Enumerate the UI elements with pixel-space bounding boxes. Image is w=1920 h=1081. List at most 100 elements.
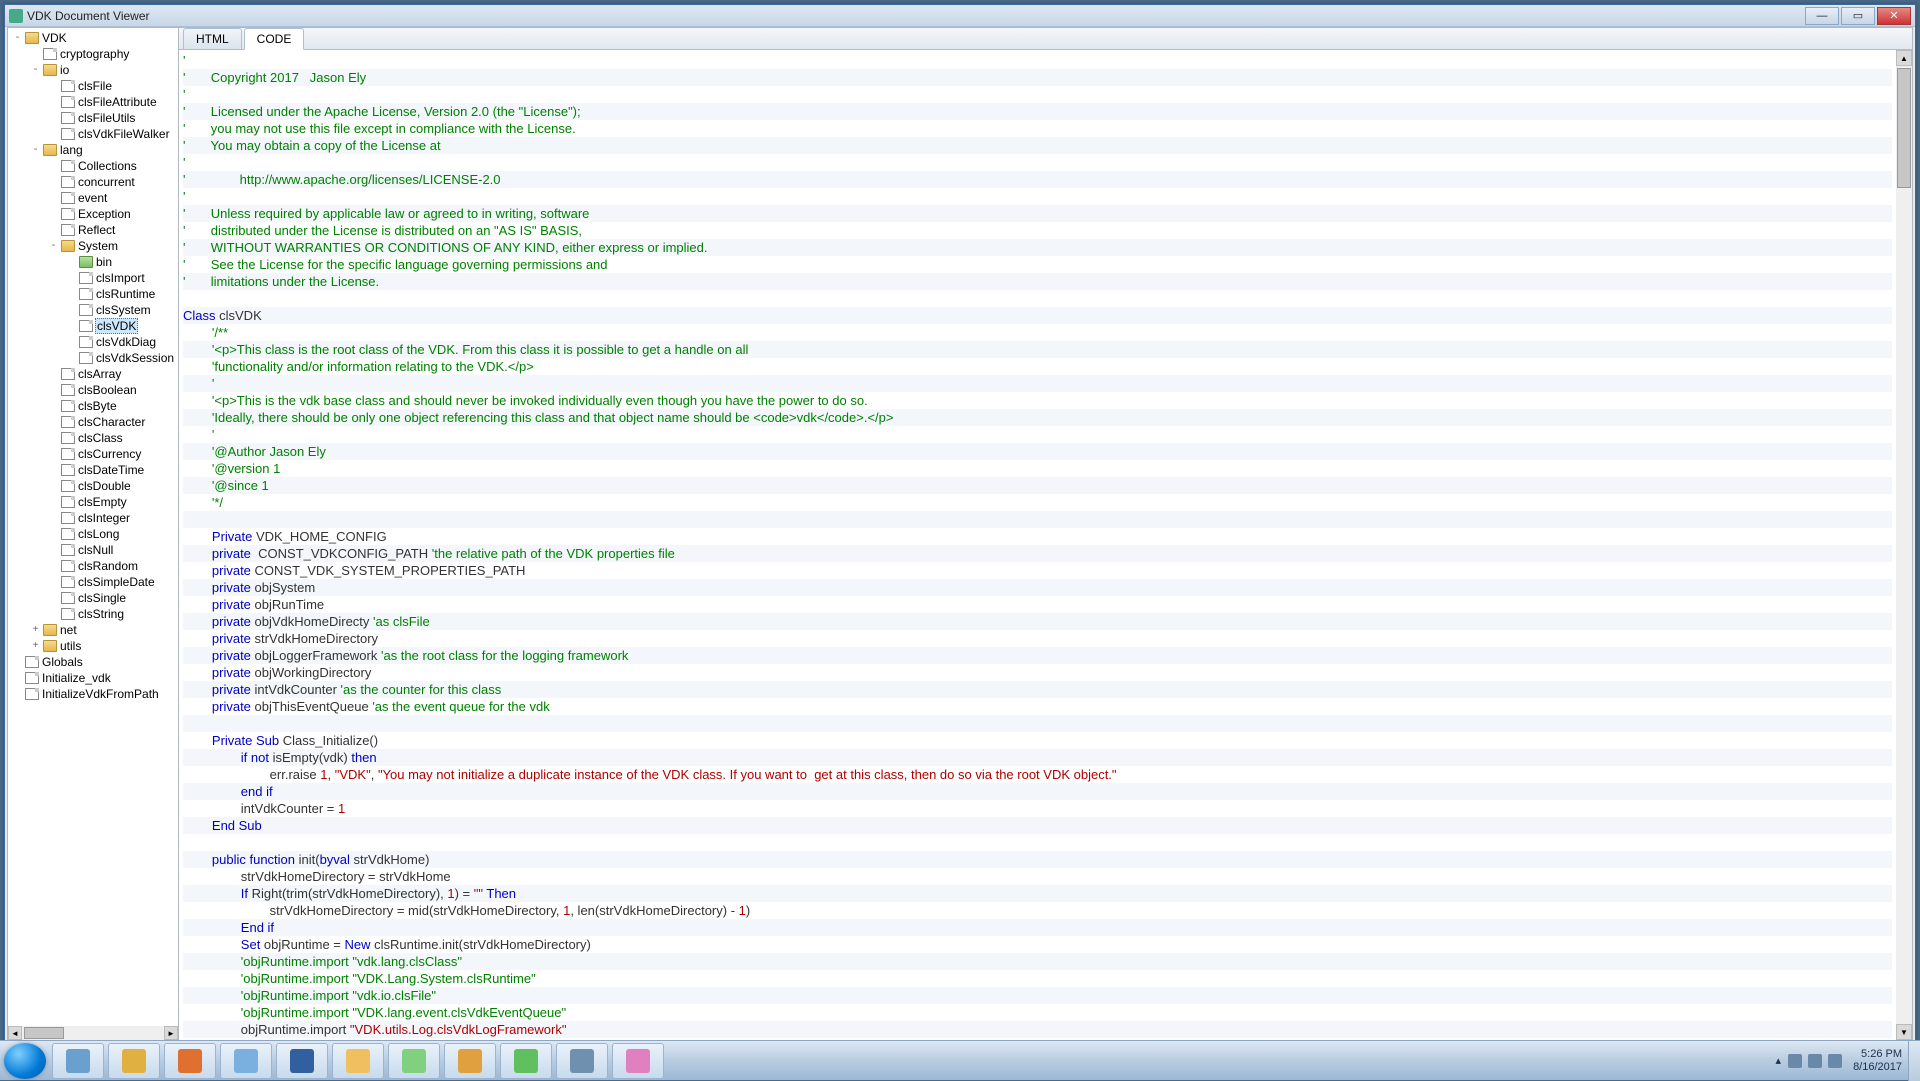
tree-item-net[interactable]: +net	[8, 622, 178, 638]
tree-item-utils[interactable]: +utils	[8, 638, 178, 654]
tree-item-clsempty[interactable]: clsEmpty	[8, 494, 178, 510]
tree-body[interactable]: -VDK cryptography - io clsFile clsFileAttr…	[8, 28, 178, 1026]
scroll-left-icon[interactable]: ◄	[8, 1026, 22, 1040]
tree-item-clsfileattribute[interactable]: clsFileAttribute	[8, 94, 178, 110]
tree-item-label: clsRuntime	[95, 287, 156, 301]
tray-network-icon[interactable]	[1808, 1054, 1822, 1068]
tree-toggle-icon[interactable]: -	[48, 241, 59, 252]
tab-code[interactable]: CODE	[244, 28, 305, 50]
tree-item-collections[interactable]: Collections	[8, 158, 178, 174]
tree-item-clslong[interactable]: clsLong	[8, 526, 178, 542]
tree-item-lang[interactable]: -lang	[8, 142, 178, 158]
tree-item-clsbyte[interactable]: clsByte	[8, 398, 178, 414]
code-line: '	[183, 154, 1892, 171]
tree-item-clssystem[interactable]: clsSystem	[8, 302, 178, 318]
scroll-track[interactable]	[1896, 66, 1912, 1024]
taskbar-winamp-icon[interactable]	[108, 1043, 160, 1079]
tree-item-clsimport[interactable]: clsImport	[8, 270, 178, 286]
tree-item-clscharacter[interactable]: clsCharacter	[8, 414, 178, 430]
tree-toggle-icon[interactable]: +	[30, 641, 41, 652]
tree-item-label: clsVDK	[95, 318, 138, 334]
tree-item-bin[interactable]: bin	[8, 254, 178, 270]
tree-item-label: clsCurrency	[77, 447, 142, 461]
tree-item-clsboolean[interactable]: clsBoolean	[8, 382, 178, 398]
system-tray[interactable]: ▴ 5:26 PM 8/16/2017	[1770, 1048, 1908, 1074]
tree-item-clsfile[interactable]: clsFile	[8, 78, 178, 94]
tree-item-event[interactable]: event	[8, 190, 178, 206]
scroll-down-icon[interactable]: ▼	[1896, 1024, 1912, 1040]
tree-item-clsclass[interactable]: clsClass	[8, 430, 178, 446]
tree-item-clsruntime[interactable]: clsRuntime	[8, 286, 178, 302]
tree-item-label: clsSimpleDate	[77, 575, 156, 589]
tree-item-label: io	[59, 63, 70, 77]
taskbar-diamond-icon[interactable]	[388, 1043, 440, 1079]
clock-time: 5:26 PM	[1853, 1048, 1902, 1061]
taskbar-cube-icon[interactable]	[52, 1043, 104, 1079]
code-line: ' WITHOUT WARRANTIES OR CONDITIONS OF AN…	[183, 239, 1892, 256]
taskbar-folder-icon[interactable]	[332, 1043, 384, 1079]
tree-item-initialize-vdk[interactable]: Initialize_vdk	[8, 670, 178, 686]
tree-item-initializevdkfrompath[interactable]: InitializeVdkFromPath	[8, 686, 178, 702]
taskbar[interactable]: ▴ 5:26 PM 8/16/2017	[0, 1040, 1920, 1080]
tree-item-clsinteger[interactable]: clsInteger	[8, 510, 178, 526]
tree-item-clssingle[interactable]: clsSingle	[8, 590, 178, 606]
minimize-button[interactable]: —	[1805, 7, 1839, 25]
tree-item-clsvdkdiag[interactable]: clsVdkDiag	[8, 334, 178, 350]
taskbar-explorer-icon[interactable]	[220, 1043, 272, 1079]
file-icon	[61, 96, 75, 108]
tree-item-cryptography[interactable]: cryptography	[8, 46, 178, 62]
scroll-up-icon[interactable]: ▲	[1896, 50, 1912, 66]
tree-item-globals[interactable]: Globals	[8, 654, 178, 670]
tree-item-vdk[interactable]: -VDK	[8, 30, 178, 46]
tray-flag-icon[interactable]	[1788, 1054, 1802, 1068]
scroll-track[interactable]	[22, 1026, 164, 1040]
maximize-button[interactable]: ▭	[1841, 7, 1875, 25]
tree-toggle-icon[interactable]: +	[30, 625, 41, 636]
file-icon	[61, 512, 75, 524]
tree-item-label: System	[77, 239, 119, 253]
taskbar-vbox-icon[interactable]	[276, 1043, 328, 1079]
tree-item-reflect[interactable]: Reflect	[8, 222, 178, 238]
tree-item-clsstring[interactable]: clsString	[8, 606, 178, 622]
file-icon	[61, 608, 75, 620]
start-button[interactable]	[4, 1043, 46, 1079]
scroll-thumb[interactable]	[24, 1027, 64, 1039]
tree-item-clsvdkfilewalker[interactable]: clsVdkFileWalker	[8, 126, 178, 142]
code-editor[interactable]: '' Copyright 2017 Jason Ely'' Licensed u…	[179, 50, 1896, 1040]
taskbar-firefox-icon[interactable]	[164, 1043, 216, 1079]
tree-item-exception[interactable]: Exception	[8, 206, 178, 222]
scroll-thumb[interactable]	[1897, 68, 1911, 188]
tree-horizontal-scrollbar[interactable]: ◄ ►	[8, 1026, 178, 1040]
tree-item-system[interactable]: - System	[8, 238, 178, 254]
tree-item-clsdouble[interactable]: clsDouble	[8, 478, 178, 494]
tree-item-clsnull[interactable]: clsNull	[8, 542, 178, 558]
tree-item-clsvdksession[interactable]: clsVdkSession	[8, 350, 178, 366]
taskbar-paint-icon[interactable]	[612, 1043, 664, 1079]
tray-volume-icon[interactable]	[1828, 1054, 1842, 1068]
tray-chevron-icon[interactable]: ▴	[1776, 1054, 1782, 1067]
taskbar-gear-icon[interactable]	[556, 1043, 608, 1079]
tree-item-clsdatetime[interactable]: clsDateTime	[8, 462, 178, 478]
tree-item-concurrent[interactable]: concurrent	[8, 174, 178, 190]
tab-html[interactable]: HTML	[183, 28, 242, 49]
tree-toggle-icon[interactable]: -	[12, 33, 23, 44]
taskbar-chart-icon[interactable]	[500, 1043, 552, 1079]
tree-item-clsvdk[interactable]: clsVDK	[8, 318, 178, 334]
clock[interactable]: 5:26 PM 8/16/2017	[1853, 1048, 1902, 1074]
tree-toggle-icon[interactable]: -	[30, 145, 41, 156]
scroll-right-icon[interactable]: ►	[164, 1026, 178, 1040]
tree-toggle-icon[interactable]: -	[30, 65, 41, 76]
taskbar-calc-icon[interactable]	[444, 1043, 496, 1079]
tree-item-clsarray[interactable]: clsArray	[8, 366, 178, 382]
tree-pane: -VDK cryptography - io clsFile clsFileAttr…	[7, 27, 179, 1041]
tree-item-label: clsFile	[77, 79, 113, 93]
vertical-scrollbar[interactable]: ▲ ▼	[1896, 50, 1912, 1040]
titlebar[interactable]: VDK Document Viewer — ▭ ✕	[5, 5, 1915, 27]
close-button[interactable]: ✕	[1877, 7, 1911, 25]
tree-item-io[interactable]: - io	[8, 62, 178, 78]
show-desktop-button[interactable]	[1908, 1041, 1920, 1081]
tree-item-clssimpledate[interactable]: clsSimpleDate	[8, 574, 178, 590]
tree-item-clsrandom[interactable]: clsRandom	[8, 558, 178, 574]
tree-item-clsfileutils[interactable]: clsFileUtils	[8, 110, 178, 126]
tree-item-clscurrency[interactable]: clsCurrency	[8, 446, 178, 462]
